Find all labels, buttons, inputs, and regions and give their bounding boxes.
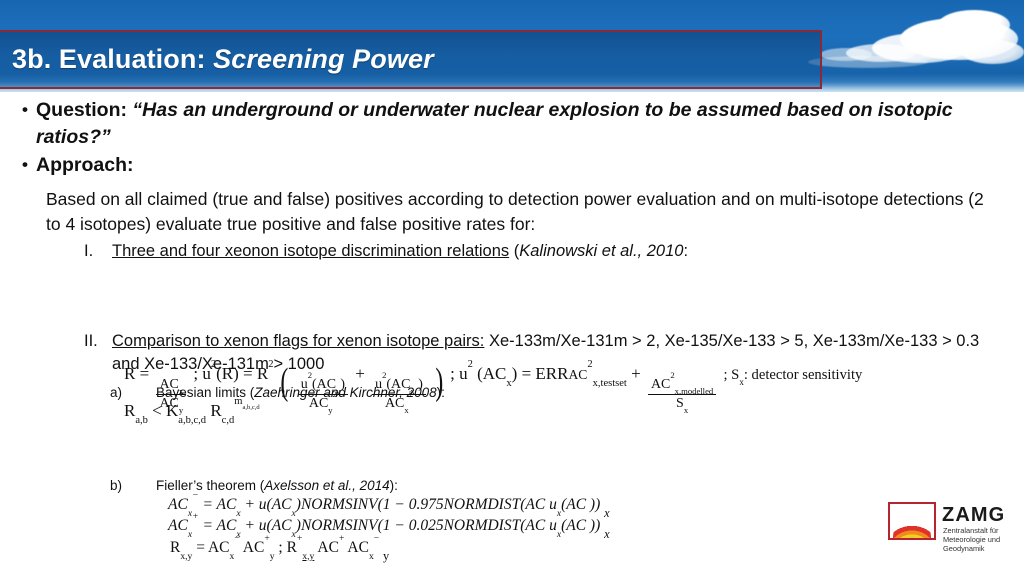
f5-ac2-sup: + bbox=[264, 532, 270, 544]
bullet-question: • Question: “Has an underground or under… bbox=[14, 97, 999, 151]
f5-ac4: AC bbox=[347, 539, 369, 556]
f5-ac3-sup: + bbox=[338, 532, 345, 544]
approach-paragraph: Based on all claimed (true and false) po… bbox=[46, 189, 984, 234]
f5-trail: y bbox=[383, 548, 390, 563]
f5-semi: ; R bbox=[278, 539, 297, 556]
f4-u-arg: (AC )) bbox=[561, 517, 601, 534]
f4-eq: = AC bbox=[202, 517, 237, 534]
list-item-letter-a: a) Bayesian limits (Zaehringer and Kirch… bbox=[110, 383, 990, 402]
f2-r-sub: a,b bbox=[135, 415, 148, 427]
question-text: Question: “Has an underground or underwa… bbox=[36, 97, 999, 151]
page-title-prefix: 3b. Evaluation: bbox=[12, 44, 214, 74]
item2-underlined: Comparison to xenon flags for xenon isot… bbox=[112, 332, 485, 350]
list-item-body: Comparison to xenon flags for xenon isot… bbox=[112, 330, 1002, 376]
list-item-numeral: II. bbox=[84, 332, 98, 350]
f5-eq: = AC bbox=[196, 539, 230, 556]
cloud-icon bbox=[938, 10, 1010, 40]
subitem-b-text: Fieller’s theorem ( bbox=[156, 478, 265, 493]
f3-eq: = AC bbox=[202, 496, 237, 513]
f5-r2-sub: x,y bbox=[302, 550, 315, 562]
f5-ac2-sub: y bbox=[269, 550, 275, 562]
list-item-numeral: I. bbox=[84, 242, 94, 260]
f1-tbd-sub: x bbox=[404, 405, 409, 416]
f5-ac4-sup: − bbox=[373, 532, 380, 544]
f4-trail: x bbox=[604, 526, 610, 541]
rainbow-arc-icon bbox=[893, 518, 931, 538]
slide-root: 3b. Evaluation: Screening Power • Questi… bbox=[0, 0, 1024, 576]
f3-lhs: AC bbox=[168, 496, 188, 513]
f2-r2-sup-sub: a,b,c,d bbox=[242, 403, 260, 411]
cloud-icon bbox=[962, 40, 1024, 64]
f5-ac2: AC bbox=[242, 539, 265, 556]
subitem-a-citation: Zaehringer and Kirchner, 2008 bbox=[254, 385, 437, 400]
f2-r: R bbox=[124, 401, 136, 420]
slide-body: • Question: “Has an underground or under… bbox=[0, 92, 1024, 576]
f5-ac3: AC bbox=[317, 539, 339, 556]
f5-ac4-sub: x bbox=[368, 550, 374, 562]
item1-citation: Kalinowski et al., 2010 bbox=[519, 242, 684, 260]
page-title: 3b. Evaluation: Screening Power bbox=[0, 44, 434, 75]
bullet-glyph: • bbox=[22, 155, 28, 174]
logo-title: ZAMG bbox=[942, 504, 1006, 526]
bullet-approach: • Approach: bbox=[14, 152, 999, 179]
f3-fn: )NORMSINV(1 − 0.975NORMDIST(AC bbox=[295, 496, 546, 513]
f3-u-arg: (AC )) bbox=[561, 496, 601, 513]
subitem-a-trailing: ): bbox=[436, 385, 445, 400]
item1-trailing: : bbox=[683, 242, 689, 260]
list-item-roman-2: II. Comparison to xenon flags for xenon … bbox=[72, 330, 1002, 376]
subitem-b-body: Fieller’s theorem (Axelsson et al., 2014… bbox=[156, 476, 398, 495]
f4-lhs: AC bbox=[168, 517, 188, 534]
approach-label: Approach: bbox=[36, 154, 134, 176]
formula-power-law: Ra,b < Ka,b,c,d Rc,dma,b,c,d bbox=[124, 396, 260, 426]
f5-ac1-sup: − bbox=[234, 532, 240, 544]
f5-r-sub: x,y bbox=[180, 550, 193, 562]
slide-title-box: 3b. Evaluation: Screening Power bbox=[0, 30, 822, 89]
f3-u: u bbox=[545, 496, 557, 513]
formula-ratio-bounds: Rx,y = ACx− AC+y ; R+x,y AC+ ACx− y bbox=[170, 534, 389, 562]
question-quote: “Has an underground or underwater nuclea… bbox=[36, 99, 953, 148]
f3-plus: + u(AC bbox=[244, 496, 292, 513]
f4-u-sub: x bbox=[556, 528, 562, 540]
subitem-a-text: Bayesian limits ( bbox=[156, 385, 255, 400]
f5-ac1-sub: x bbox=[229, 550, 235, 562]
f4-fn: )NORMSINV(1 − 0.025NORMDIST(AC bbox=[295, 517, 546, 534]
f1-modden-sub: x bbox=[683, 405, 689, 416]
f4-u: u bbox=[545, 517, 557, 534]
f2-lt: < K bbox=[152, 401, 179, 420]
subitem-b-citation: Axelsson et al., 2014 bbox=[264, 478, 390, 493]
subitem-b-trailing: ): bbox=[389, 478, 398, 493]
f4-lhs-sup: + bbox=[192, 510, 199, 522]
list-item-roman-1: I. Three and four xeonon isotope discrim… bbox=[72, 240, 1002, 263]
list-item-body: Three and four xeonon isotope discrimina… bbox=[112, 242, 689, 260]
f2-k-sub: a,b,c,d bbox=[178, 415, 207, 427]
f5-r2-sup: + bbox=[296, 532, 303, 544]
formula-bayesian-lower: ACx− = ACx + u(ACx)NORMSINV(1 − 0.975NOR… bbox=[168, 491, 610, 519]
f5-r: R bbox=[170, 539, 181, 556]
question-label: Question: bbox=[36, 99, 133, 121]
logo-subtitle: Zentralanstalt für Meteorologie und Geod… bbox=[943, 526, 1001, 554]
list-item-letter-b: b) Fieller’s theorem (Axelsson et al., 2… bbox=[110, 476, 990, 495]
f2-r2: R bbox=[210, 401, 222, 420]
item1-underlined: Three and four xeonon isotope discrimina… bbox=[112, 242, 510, 260]
f1-tad-sub: y bbox=[328, 405, 333, 416]
cloud-icon bbox=[808, 56, 928, 68]
page-title-emphasis: Screening Power bbox=[213, 44, 434, 74]
zamg-logo: ZAMG Zentralanstalt für Meteorologie und… bbox=[888, 498, 1020, 568]
f4-plus: + u(AC bbox=[244, 517, 292, 534]
list-item-letter: b) bbox=[110, 478, 123, 493]
subitem-a-body: Bayesian limits (Zaehringer and Kirchner… bbox=[156, 383, 445, 402]
rainbow-logo-icon bbox=[888, 502, 936, 540]
f2-r2-sub: c,d bbox=[221, 415, 235, 427]
list-item-letter: a) bbox=[110, 385, 123, 400]
bullet-glyph: • bbox=[22, 100, 28, 119]
